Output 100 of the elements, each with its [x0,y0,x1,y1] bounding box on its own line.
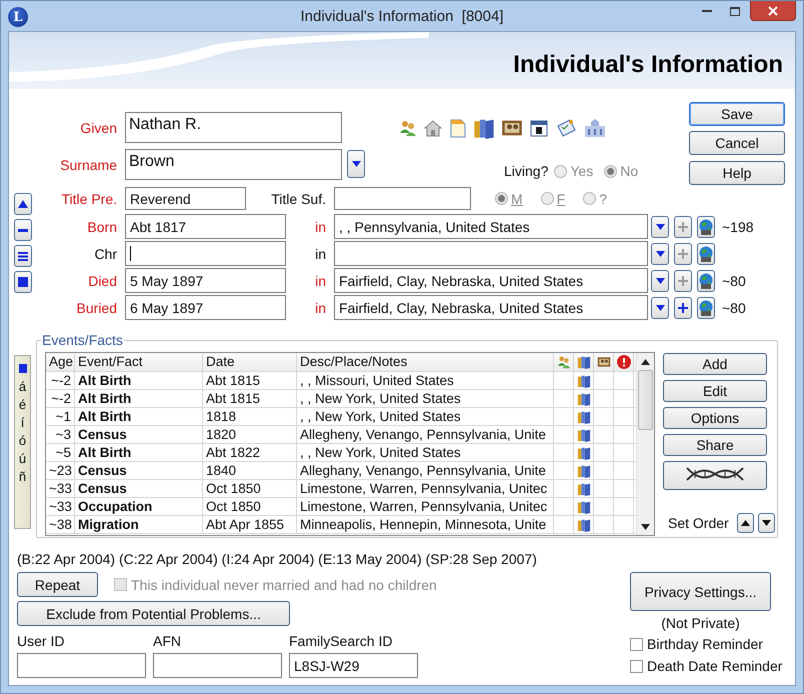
books-icon [576,464,590,478]
date-field[interactable] [125,241,286,266]
title-prefix-field[interactable]: Reverend [125,187,246,210]
column-header[interactable]: Event/Fact [75,353,203,371]
books-icon [576,428,590,442]
side-button[interactable] [14,271,32,293]
globe-icon [699,272,713,288]
map-button[interactable] [697,242,715,264]
add-button[interactable] [674,216,692,238]
globe-icon [699,218,713,234]
repeat-button[interactable]: Repeat [17,572,98,597]
table-cell: ~33 [46,480,75,497]
side-button[interactable] [14,245,32,267]
name-field[interactable]: Nathan R. [125,112,342,143]
lines-icon [18,252,28,260]
caret-icon [656,278,664,284]
add-button[interactable] [674,270,692,292]
close-icon [768,6,778,16]
table-cell: , , New York, United States [297,444,554,461]
exclude-button[interactable]: Exclude from Potential Problems... [17,601,290,626]
privacy-button[interactable]: Privacy Settings... [630,572,771,611]
place-field[interactable]: Fairfield, Clay, Nebraska, United States [334,295,648,320]
table-cell: Census [75,480,203,497]
map-button[interactable] [697,296,715,318]
triangle-up-icon [740,520,750,526]
scrollbar[interactable] [636,353,654,535]
accent-key[interactable]: í [20,415,24,431]
event-label: Buried [76,300,117,316]
dialog-button[interactable]: Save [689,102,785,126]
map-button[interactable] [697,216,715,238]
accent-key[interactable]: ú [18,451,26,467]
event-button[interactable]: Edit [663,380,767,402]
accent-key[interactable]: é [18,397,26,413]
date-field[interactable]: Abt 1817 [125,214,286,239]
column-header[interactable]: Date [203,353,297,371]
close-button[interactable] [750,1,796,21]
dialog-button[interactable]: Cancel [689,131,785,155]
id-field[interactable]: L8SJ-W29 [289,653,418,678]
photo-icon [596,355,610,369]
accent-key[interactable]: á [18,379,26,395]
dropdown-button[interactable] [651,296,669,318]
table-cell: , , Missouri, United States [297,372,554,389]
field-label: Title Pre. [60,190,117,206]
name-field[interactable]: Brown [125,149,342,180]
accent-key[interactable]: ñ [18,469,26,485]
place-field[interactable]: Fairfield, Clay, Nebraska, United States [334,268,648,293]
window-title: Individual's Information [8004] [300,8,504,25]
dropdown-button[interactable] [347,150,365,178]
reminder-checkbox[interactable]: Birthday Reminder [630,636,763,652]
reminder-checkbox[interactable]: Death Date Reminder [630,658,782,674]
event-button[interactable]: Share [663,434,767,456]
map-button[interactable] [697,270,715,292]
add-button[interactable] [674,242,692,264]
in-label: in [314,218,326,234]
table-cell: Occupation [75,498,203,515]
square-icon [18,277,28,287]
table-cell: Alleghany, Venango, Pennsylvania, Unite [297,462,554,479]
move-down-button[interactable] [758,513,775,533]
triangle-down-icon [762,520,771,526]
dialog-button[interactable]: Help [689,161,785,185]
globe-icon [699,300,713,316]
checklist-icon [555,118,577,138]
people-icon [556,355,570,369]
date-field[interactable]: 5 May 1897 [125,268,286,293]
age-text: ~80 [722,300,746,316]
table-cell: Census [75,426,203,443]
table-cell: ~3 [46,426,75,443]
books-icon [576,482,590,496]
dropdown-button[interactable] [651,216,669,238]
side-button[interactable] [14,193,32,215]
dna-button[interactable] [663,461,767,490]
caret-icon [656,304,664,310]
table-cell: ~33 [46,498,75,515]
column-header[interactable]: Age [46,353,75,371]
place-field[interactable] [334,241,648,266]
dropdown-button[interactable] [651,242,669,264]
column-header[interactable]: Desc/Place/Notes [297,353,554,371]
plus-icon [678,276,688,286]
caret-icon [656,224,664,230]
side-button[interactable] [14,219,32,241]
table-cell: Allegheny, Venango, Pennsylvania, Unite [297,426,554,443]
accent-key[interactable]: ó [18,433,26,449]
id-field[interactable] [17,653,146,678]
dash-icon [18,228,28,232]
field-label: Title Suf. [270,190,326,206]
globe-icon [699,246,713,262]
add-button[interactable] [674,296,692,318]
place-field[interactable]: , , Pennsylvania, United States [334,214,648,239]
event-button[interactable]: Options [663,407,767,429]
in-label: in [314,300,326,316]
title-suffix-field[interactable] [334,187,471,210]
date-field[interactable]: 6 May 1897 [125,295,286,320]
event-button[interactable]: Add [663,353,767,375]
id-field[interactable] [153,653,282,678]
books-icon [576,392,590,406]
table-cell: Limestone, Warren, Pennsylvania, Unitec [297,480,554,497]
dropdown-button[interactable] [651,270,669,292]
move-up-button[interactable] [736,513,754,533]
square-icon [18,364,26,373]
books-icon [576,500,590,514]
